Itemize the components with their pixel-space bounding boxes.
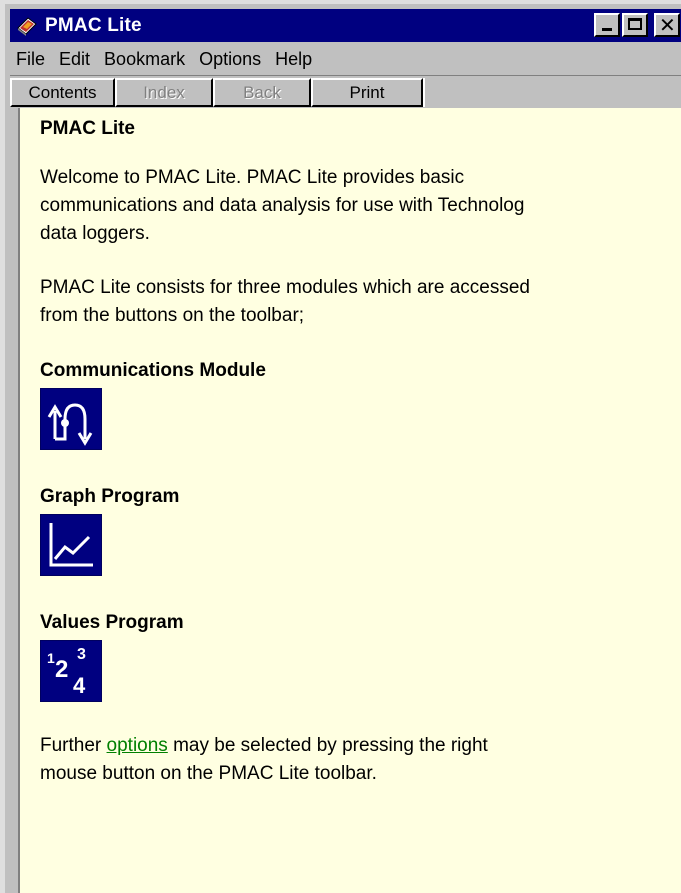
menu-help[interactable]: Help [275, 49, 312, 70]
digit-4: 4 [73, 673, 86, 698]
communications-icon[interactable] [40, 388, 102, 450]
button-bar-divider [423, 78, 425, 107]
minimize-button[interactable] [594, 13, 620, 37]
window-title: PMAC Lite [45, 14, 142, 36]
modules-line: from the buttons on the toolbar; [40, 305, 305, 326]
further-after: may be selected by pressing the right [167, 735, 488, 756]
back-button[interactable]: Back [213, 78, 311, 107]
page-title: PMAC Lite [40, 118, 135, 139]
index-button[interactable]: Index [115, 78, 213, 107]
menu-bookmark[interactable]: Bookmark [104, 49, 185, 70]
values-heading: Values Program [40, 612, 184, 633]
pmac-app-icon[interactable] [13, 12, 41, 40]
further-paragraph: Further options may be selected by press… [40, 732, 681, 788]
intro-line: data loggers. [40, 223, 150, 244]
menu-edit[interactable]: Edit [59, 49, 90, 70]
print-button[interactable]: Print [311, 78, 423, 107]
modules-paragraph: PMAC Lite consists for three modules whi… [40, 274, 681, 330]
modules-line: PMAC Lite consists for three modules whi… [40, 277, 530, 298]
intro-line: communications and data analysis for use… [40, 195, 525, 216]
maximize-icon [628, 18, 642, 30]
contents-button[interactable]: Contents [10, 78, 115, 107]
communications-heading: Communications Module [40, 360, 266, 381]
help-window: PMAC Lite ✕ File Edit Bookmark Options H… [0, 0, 681, 893]
maximize-button[interactable] [622, 13, 648, 37]
minimize-icon [602, 28, 612, 31]
close-button[interactable]: ✕ [654, 13, 680, 37]
digit-1: 1 [47, 650, 55, 666]
digit-3: 3 [77, 646, 86, 663]
menu-options[interactable]: Options [199, 49, 261, 70]
further-before: Further [40, 735, 107, 756]
menu-file[interactable]: File [16, 49, 45, 70]
intro-paragraph: Welcome to PMAC Lite. PMAC Lite provides… [40, 164, 681, 248]
further-line: mouse button on the PMAC Lite toolbar. [40, 763, 377, 784]
help-content[interactable]: PMAC Lite Welcome to PMAC Lite. PMAC Lit… [18, 108, 681, 893]
values-icon[interactable]: 1 2 3 4 [40, 640, 102, 702]
graph-heading: Graph Program [40, 486, 180, 507]
intro-line: Welcome to PMAC Lite. PMAC Lite provides… [40, 167, 465, 188]
further-line: Further options may be selected by press… [40, 732, 681, 760]
title-bar[interactable]: PMAC Lite ✕ [10, 9, 681, 42]
digit-2: 2 [55, 656, 68, 683]
button-bar: Contents Index Back Print [10, 75, 681, 108]
options-link[interactable]: options [107, 735, 168, 756]
graph-icon[interactable] [40, 514, 102, 576]
close-icon: ✕ [659, 13, 676, 37]
window-controls: ✕ [594, 13, 680, 37]
menu-bar: File Edit Bookmark Options Help [10, 44, 681, 74]
